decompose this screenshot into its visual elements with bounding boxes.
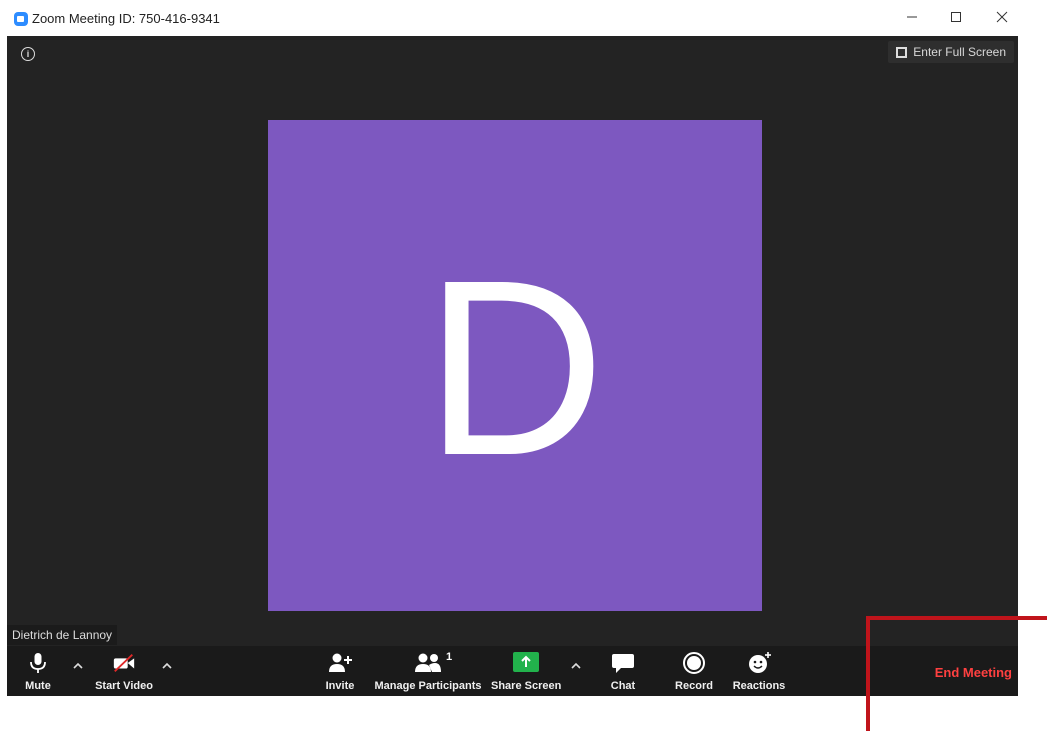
enter-full-screen-label: Enter Full Screen: [913, 45, 1006, 59]
add-user-icon: [329, 653, 352, 672]
minimize-icon: [907, 16, 917, 18]
close-button[interactable]: [988, 6, 1016, 32]
annotation-line-vertical: [866, 616, 870, 731]
participant-count: 1: [446, 651, 453, 663]
chevron-up-icon: [571, 662, 581, 669]
enter-full-screen-button[interactable]: Enter Full Screen: [888, 41, 1014, 63]
smiley-icon: [749, 652, 771, 673]
window-title: Zoom Meeting ID: 750-416-9341: [32, 11, 220, 26]
fullscreen-icon: [896, 46, 908, 58]
invite-label: Invite: [325, 680, 355, 692]
close-icon: [996, 11, 1008, 23]
record-button[interactable]: Record: [671, 646, 717, 696]
record-label: Record: [675, 680, 713, 692]
annotation-line-horizontal: [866, 616, 1047, 620]
participant-avatar: D: [268, 120, 762, 611]
reactions-label: Reactions: [732, 680, 786, 692]
maximize-icon: [951, 12, 961, 22]
mute-button[interactable]: Mute: [15, 646, 61, 696]
start-video-label: Start Video: [95, 680, 153, 692]
manage-participants-label: Manage Participants: [374, 680, 482, 692]
record-icon: [683, 652, 705, 674]
chat-label: Chat: [610, 680, 636, 692]
chat-icon: [612, 654, 634, 673]
invite-button[interactable]: Invite: [317, 646, 363, 696]
video-off-icon: [113, 654, 135, 672]
audio-options-caret[interactable]: [72, 660, 84, 672]
share-screen-icon: [513, 652, 539, 672]
share-options-caret[interactable]: [570, 660, 582, 672]
end-meeting-button[interactable]: End Meeting: [935, 665, 1012, 680]
start-video-button[interactable]: Start Video: [89, 646, 159, 696]
chevron-up-icon: [73, 662, 83, 669]
meeting-view: i Enter Full Screen D Dietrich de Lannoy…: [7, 36, 1018, 696]
avatar-initial: D: [424, 227, 606, 507]
info-icon[interactable]: i: [21, 47, 35, 61]
reactions-button[interactable]: Reactions: [729, 646, 789, 696]
microphone-icon: [30, 653, 46, 673]
participants-icon: [415, 653, 441, 672]
manage-participants-button[interactable]: 1 Manage Participants: [373, 646, 483, 696]
video-options-caret[interactable]: [161, 660, 173, 672]
window-title-bar: Zoom Meeting ID: 750-416-9341: [0, 0, 1047, 36]
minimize-button[interactable]: [898, 6, 926, 32]
share-screen-label: Share Screen: [491, 680, 562, 692]
share-screen-button[interactable]: Share Screen: [491, 646, 561, 696]
zoom-app-icon: [14, 12, 28, 26]
chevron-up-icon: [162, 662, 172, 669]
mute-label: Mute: [25, 680, 51, 692]
maximize-button[interactable]: [942, 6, 970, 32]
chat-button[interactable]: Chat: [600, 646, 646, 696]
participant-name-tag: Dietrich de Lannoy: [7, 625, 118, 645]
